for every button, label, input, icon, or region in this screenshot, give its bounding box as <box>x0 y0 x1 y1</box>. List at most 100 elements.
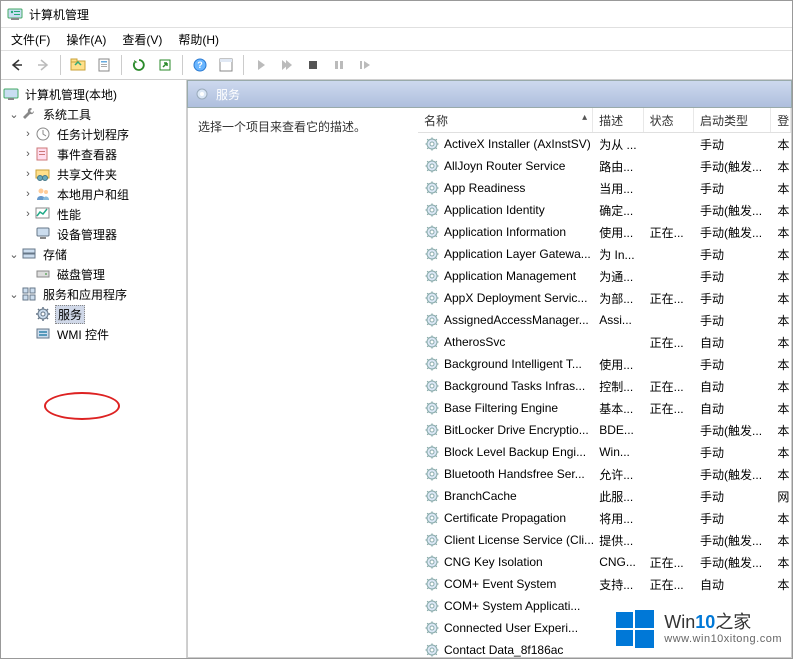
service-desc: 允许... <box>593 466 643 483</box>
tree-device-manager[interactable]: 设备管理器 <box>1 224 186 244</box>
service-row[interactable]: AssignedAccessManager...Assi...手动本 <box>418 309 791 331</box>
services-list[interactable]: 名称▴ 描述 状态 启动类型 登 ActiveX Installer (AxIn… <box>418 108 791 657</box>
tree-system-tools[interactable]: ⌄ 系统工具 <box>1 104 186 124</box>
service-name: AssignedAccessManager... <box>444 313 589 327</box>
service-login: 本 <box>771 290 791 307</box>
service-row[interactable]: Application Management为通...手动本 <box>418 265 791 287</box>
tree-local-users[interactable]: › 本地用户和组 <box>1 184 186 204</box>
service-name: Certificate Propagation <box>444 511 566 525</box>
nav-tree[interactable]: 计算机管理(本地) ⌄ 系统工具 › 任务计划程序 › 事件查看器 › 共享文件… <box>1 80 187 658</box>
gear-icon <box>424 136 440 152</box>
service-row[interactable]: Application Information使用...正在...手动(触发..… <box>418 221 791 243</box>
service-login: 本 <box>771 554 791 571</box>
collapse-icon[interactable]: ⌄ <box>7 288 21 301</box>
tree-performance[interactable]: › 性能 <box>1 204 186 224</box>
service-name: Connected User Experi... <box>444 621 578 635</box>
menu-help[interactable]: 帮助(H) <box>170 29 227 50</box>
service-row[interactable]: Application Identity确定...手动(触发...本 <box>418 199 791 221</box>
service-start: 手动(触发... <box>694 224 771 241</box>
gear-icon <box>424 334 440 350</box>
gear-icon <box>424 312 440 328</box>
service-row[interactable]: BitLocker Drive Encryptio...BDE...手动(触发.… <box>418 419 791 441</box>
menu-view[interactable]: 查看(V) <box>114 29 170 50</box>
column-headers[interactable]: 名称▴ 描述 状态 启动类型 登 <box>418 108 791 133</box>
service-row[interactable]: Background Tasks Infras...控制...正在...自动本 <box>418 375 791 397</box>
service-desc: Win... <box>593 445 643 459</box>
service-login: 本 <box>771 180 791 197</box>
tree-event-viewer[interactable]: › 事件查看器 <box>1 144 186 164</box>
service-start: 自动 <box>694 400 771 417</box>
collapse-icon[interactable]: ⌄ <box>7 108 21 121</box>
service-row[interactable]: Bluetooth Handsfree Ser...允许...手动(触发...本 <box>418 463 791 485</box>
service-row[interactable]: BranchCache此服...手动网 <box>418 485 791 507</box>
stop-button[interactable] <box>301 53 325 77</box>
list-view-button[interactable] <box>214 53 238 77</box>
service-login: 网 <box>771 488 791 505</box>
service-row[interactable]: Application Layer Gatewa...为 In...手动本 <box>418 243 791 265</box>
refresh-button[interactable] <box>127 53 151 77</box>
service-row[interactable]: CNG Key IsolationCNG...正在...手动(触发...本 <box>418 551 791 573</box>
service-row[interactable]: AppX Deployment Servic...为部...正在...手动本 <box>418 287 791 309</box>
service-desc: 使用... <box>593 356 643 373</box>
export-button[interactable] <box>153 53 177 77</box>
col-status[interactable]: 状态 <box>644 108 694 132</box>
col-start[interactable]: 启动类型 <box>694 108 771 132</box>
expand-icon[interactable]: › <box>21 148 35 160</box>
service-start: 手动 <box>694 312 771 329</box>
service-row[interactable]: AtherosSvc正在...自动本 <box>418 331 791 353</box>
col-login[interactable]: 登 <box>771 108 791 132</box>
menu-file[interactable]: 文件(F) <box>3 29 58 50</box>
service-status: 正在... <box>644 576 694 593</box>
gear-icon <box>424 202 440 218</box>
service-row[interactable]: Base Filtering Engine基本...正在...自动本 <box>418 397 791 419</box>
tree-task-scheduler[interactable]: › 任务计划程序 <box>1 124 186 144</box>
expand-icon[interactable]: › <box>21 188 35 200</box>
collapse-icon[interactable]: ⌄ <box>7 248 21 261</box>
tree-disk-mgmt[interactable]: 磁盘管理 <box>1 264 186 284</box>
expand-icon[interactable]: › <box>21 168 35 180</box>
col-name[interactable]: 名称▴ <box>418 108 593 132</box>
expand-icon[interactable]: › <box>21 128 35 140</box>
nav-forward-button[interactable] <box>31 53 55 77</box>
service-start: 手动 <box>694 444 771 461</box>
menu-action[interactable]: 操作(A) <box>58 29 114 50</box>
service-row[interactable]: COM+ Event System支持...正在...自动本 <box>418 573 791 595</box>
service-name: Background Tasks Infras... <box>444 379 585 393</box>
service-start: 自动 <box>694 378 771 395</box>
service-login: 本 <box>771 158 791 175</box>
col-desc[interactable]: 描述 <box>593 108 643 132</box>
tree-storage[interactable]: ⌄ 存储 <box>1 244 186 264</box>
service-row[interactable]: App Readiness当用...手动本 <box>418 177 791 199</box>
gear-icon <box>424 400 440 416</box>
gear-icon <box>35 306 51 322</box>
gear-icon <box>424 444 440 460</box>
service-row[interactable]: AllJoyn Router Service路由...手动(触发...本 <box>418 155 791 177</box>
pause-button[interactable] <box>327 53 351 77</box>
play-button[interactable] <box>249 53 273 77</box>
service-desc: 提供... <box>593 532 643 549</box>
tree-services[interactable]: 服务 <box>1 304 186 324</box>
restart-button[interactable] <box>353 53 377 77</box>
service-row[interactable]: Certificate Propagation将用...手动本 <box>418 507 791 529</box>
tree-services-apps[interactable]: ⌄ 服务和应用程序 <box>1 284 186 304</box>
description-hint: 选择一个项目来查看它的描述。 <box>198 118 408 135</box>
play2-button[interactable] <box>275 53 299 77</box>
properties-button[interactable] <box>92 53 116 77</box>
expand-icon[interactable]: › <box>21 208 35 220</box>
service-row[interactable]: ActiveX Installer (AxInstSV)为从 ...手动本 <box>418 133 791 155</box>
tree-shared-folders[interactable]: › 共享文件夹 <box>1 164 186 184</box>
service-name: Block Level Backup Engi... <box>444 445 586 459</box>
tree-wmi[interactable]: WMI 控件 <box>1 324 186 344</box>
service-start: 自动 <box>694 334 771 351</box>
service-start: 手动 <box>694 180 771 197</box>
folder-button[interactable] <box>66 53 90 77</box>
watermark-brand: Win10之家 <box>664 612 782 634</box>
tree-root[interactable]: 计算机管理(本地) <box>1 84 186 104</box>
service-row[interactable]: Client License Service (Cli...提供...手动(触发… <box>418 529 791 551</box>
service-row[interactable]: Block Level Backup Engi...Win...手动本 <box>418 441 791 463</box>
service-name: COM+ Event System <box>444 577 556 591</box>
service-row[interactable]: Background Intelligent T...使用...手动本 <box>418 353 791 375</box>
nav-back-button[interactable] <box>5 53 29 77</box>
help-button[interactable]: ? <box>188 53 212 77</box>
toolbar: ? <box>1 51 792 80</box>
